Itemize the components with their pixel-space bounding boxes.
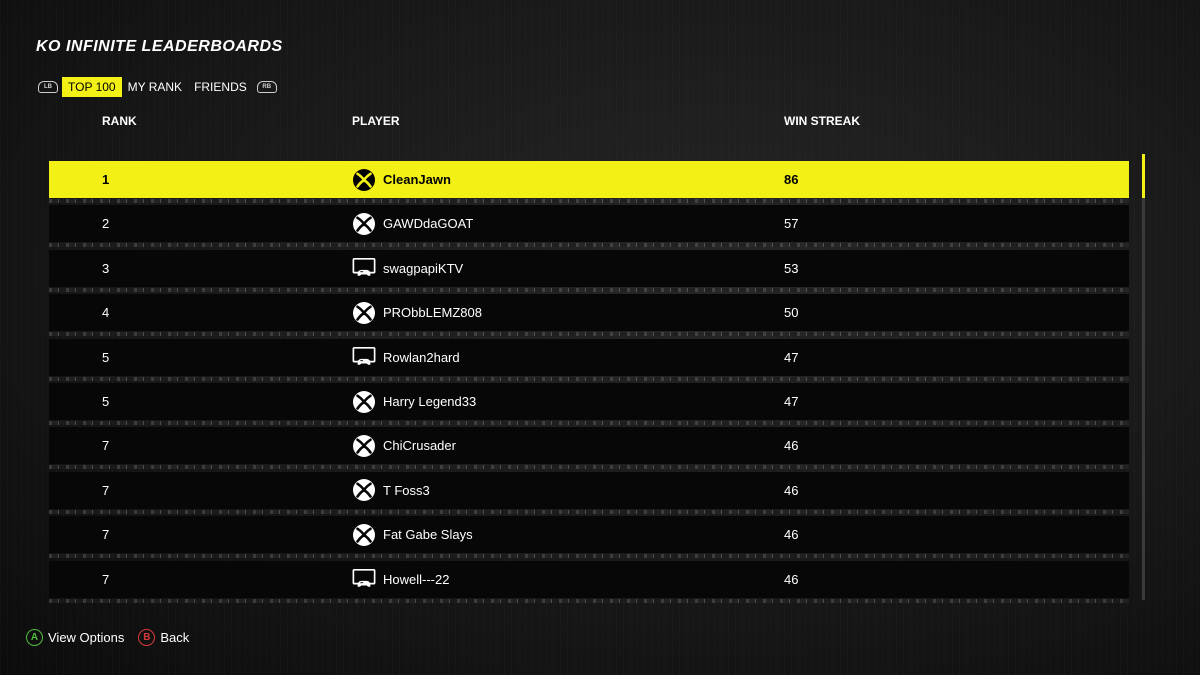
player-name: swagpapiKTV (383, 260, 464, 276)
player-name: PRObbLEMZ808 (383, 305, 482, 321)
row-divider (49, 465, 1129, 470)
button-hints: A View Options B Back (26, 629, 189, 646)
rank-cell: 7 (102, 482, 110, 498)
win-streak-cell: 47 (784, 394, 799, 409)
win-streak-cell: 47 (784, 349, 799, 365)
a-button-icon: A (26, 629, 43, 646)
win-streak-cell: 50 (784, 305, 799, 321)
pc-icon (352, 567, 376, 591)
tab-friends[interactable]: FRIENDS (188, 77, 253, 97)
row-divider (49, 243, 1129, 248)
win-streak-cell: 46 (784, 438, 799, 454)
win-streak-cell: 46 (784, 571, 799, 587)
xbox-icon (352, 434, 376, 458)
win-streak-cell: 46 (784, 527, 799, 543)
player-cell: CleanJawn (352, 168, 451, 192)
player-name: Howell---22 (383, 571, 450, 587)
table-row[interactable]: 2 GAWDdaGOAT 57 (49, 205, 1129, 248)
player-name: CleanJawn (383, 172, 451, 187)
pc-icon (352, 345, 376, 369)
rank-cell: 7 (102, 527, 110, 543)
table-row[interactable]: 7 T Foss3 46 (49, 471, 1129, 514)
rank-cell: 3 (102, 260, 110, 276)
player-cell: Howell---22 (352, 567, 449, 591)
player-cell: swagpapiKTV (352, 256, 463, 280)
table-row[interactable]: 7 Fat Gabe Slays 46 (49, 516, 1129, 559)
player-name: GAWDdaGOAT (383, 216, 474, 232)
rank-cell: 5 (102, 394, 110, 409)
player-name: Harry Legend33 (383, 394, 477, 409)
row-divider (49, 421, 1129, 425)
back-button[interactable]: B Back (138, 629, 189, 646)
row-divider (49, 332, 1129, 337)
table-row[interactable]: 3 swagpapiKTV 53 (49, 249, 1129, 292)
win-streak-cell: 53 (784, 260, 799, 276)
pc-icon (352, 256, 376, 280)
row-divider (49, 376, 1129, 381)
tab-top-100[interactable]: TOP 100 (62, 77, 122, 97)
tab-bar: LB TOP 100 MY RANK FRIENDS RB (34, 77, 281, 97)
xbox-icon (352, 212, 376, 236)
table-row[interactable]: 1 CleanJawn 86 (49, 161, 1129, 203)
xbox-icon (352, 168, 376, 192)
rank-cell: 2 (102, 216, 110, 232)
table-row[interactable]: 7 Howell---22 46 (49, 560, 1129, 603)
page-title: KO INFINITE LEADERBOARDS (36, 38, 283, 55)
player-cell: Fat Gabe Slays (352, 523, 473, 547)
player-cell: Rowlan2hard (352, 345, 460, 369)
row-divider (49, 199, 1129, 203)
leaderboard-screen: KO INFINITE LEADERBOARDS LB TOP 100 MY R… (0, 0, 1200, 675)
row-divider (49, 598, 1129, 603)
scrollbar-thumb[interactable] (1142, 154, 1145, 198)
row-divider (49, 287, 1129, 292)
right-bumper-icon[interactable]: RB (256, 81, 277, 93)
column-header-win-streak: WIN STREAK (784, 114, 860, 128)
column-header-rank: RANK (102, 114, 137, 128)
rank-cell: 1 (102, 172, 110, 187)
row-divider (49, 509, 1129, 514)
table-row[interactable]: 4 PRObbLEMZ808 50 (49, 294, 1129, 337)
view-options-button[interactable]: A View Options (26, 629, 124, 646)
xbox-icon (352, 301, 376, 325)
win-streak-cell: 46 (784, 482, 799, 498)
player-cell: GAWDdaGOAT (352, 212, 473, 236)
row-divider (49, 554, 1129, 559)
table-row[interactable]: 7 ChiCrusader 46 (49, 427, 1129, 470)
player-cell: T Foss3 (352, 478, 430, 502)
player-cell: ChiCrusader (352, 434, 456, 458)
left-bumper-icon[interactable]: LB (38, 81, 58, 93)
scrollbar[interactable] (1142, 154, 1145, 600)
player-name: ChiCrusader (383, 438, 456, 454)
win-streak-cell: 86 (784, 172, 799, 187)
win-streak-cell: 57 (784, 216, 799, 232)
table-row[interactable]: 5 Rowlan2hard 47 (49, 338, 1129, 381)
player-name: Fat Gabe Slays (383, 527, 473, 543)
player-name: T Foss3 (383, 482, 430, 498)
tab-my-rank[interactable]: MY RANK (122, 77, 188, 97)
table-row[interactable]: 5 Harry Legend33 47 (49, 383, 1129, 425)
leaderboard-list: 1 CleanJawn 86 2 GAWDdaGOAT 57 3 swagpap… (49, 161, 1129, 607)
rank-cell: 7 (102, 571, 110, 587)
b-button-icon: B (138, 629, 156, 646)
column-header-player: PLAYER (352, 114, 400, 128)
player-name: Rowlan2hard (383, 349, 460, 365)
xbox-icon (352, 390, 376, 414)
view-options-label: View Options (48, 630, 125, 645)
back-label: Back (160, 630, 190, 645)
player-cell: PRObbLEMZ808 (352, 301, 482, 325)
rank-cell: 5 (102, 349, 110, 365)
rank-cell: 4 (102, 305, 110, 321)
xbox-icon (352, 478, 376, 502)
player-cell: Harry Legend33 (352, 390, 476, 414)
rank-cell: 7 (102, 438, 110, 454)
xbox-icon (352, 523, 376, 547)
